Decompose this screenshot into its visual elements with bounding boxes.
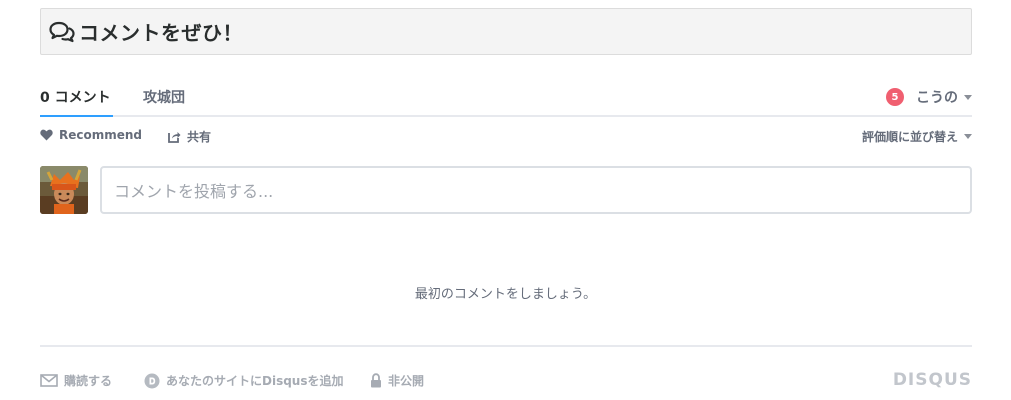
disqus-thread: コメントをぜひ！ 0 コメント 攻城団 5 こうの Recommend 共有 評… — [0, 0, 1011, 400]
lock-icon — [371, 373, 381, 388]
recommend-button[interactable]: Recommend — [40, 128, 142, 142]
chevron-down-icon — [964, 94, 972, 100]
notification-badge[interactable]: 5 — [886, 88, 904, 106]
add-disqus-label: あなたのサイトにDisqusを追加 — [166, 374, 344, 388]
recommend-label: Recommend — [59, 128, 143, 142]
tab-community[interactable]: 攻城団 — [143, 87, 185, 117]
tab-comments[interactable]: 0 コメント — [40, 87, 113, 117]
thread-actions: Recommend 共有 評価順に並び替え — [40, 126, 972, 146]
share-button[interactable]: 共有 — [168, 128, 211, 145]
footer: 購読する あなたのサイトにDisqusを追加 非公開 DISQUS — [40, 370, 972, 390]
comment-placeholder: コメントを投稿する... — [114, 182, 274, 201]
envelope-icon — [40, 374, 58, 387]
footer-divider — [40, 345, 972, 347]
add-disqus-link[interactable]: あなたのサイトにDisqusを追加 — [144, 372, 344, 389]
comments-header: コメントをぜひ！ — [40, 8, 972, 55]
page-title: コメントをぜひ！ — [79, 21, 243, 45]
chevron-down-icon — [964, 134, 972, 139]
thread-nav: 0 コメント 攻城団 5 こうの — [40, 80, 972, 117]
sort-label: 評価順に並び替え — [861, 130, 958, 144]
privacy-link[interactable]: 非公開 — [370, 372, 424, 389]
share-icon — [168, 132, 181, 143]
heart-icon — [40, 129, 53, 141]
subscribe-link[interactable]: 購読する — [40, 372, 112, 389]
comments-icon — [49, 20, 77, 44]
user-menu[interactable]: 5 こうの — [886, 87, 972, 107]
subscribe-label: 購読する — [64, 374, 113, 388]
comment-input[interactable]: コメントを投稿する... — [100, 166, 972, 214]
avatar[interactable] — [40, 166, 88, 214]
disqus-logo[interactable]: DISQUS — [893, 370, 972, 390]
disqus-logo-icon — [144, 373, 160, 388]
share-label: 共有 — [187, 130, 212, 144]
sort-dropdown[interactable]: 評価順に並び替え — [862, 128, 972, 145]
user-name[interactable]: こうの — [916, 87, 958, 107]
empty-state-message: 最初のコメントをしましょう。 — [414, 287, 597, 302]
privacy-label: 非公開 — [388, 374, 425, 388]
